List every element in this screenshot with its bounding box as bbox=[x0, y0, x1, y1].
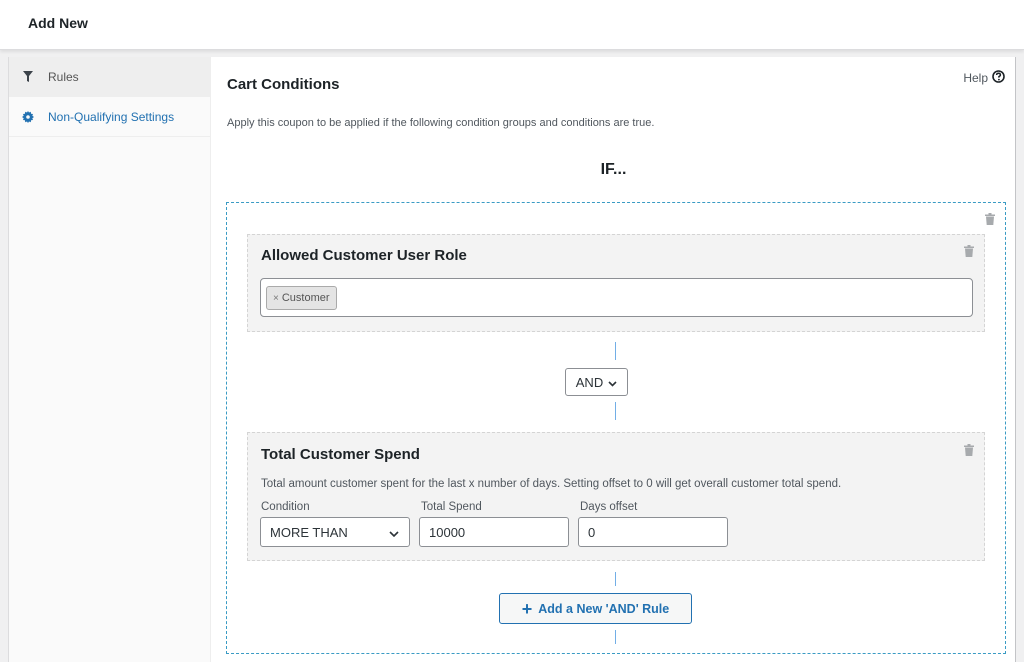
connector-line bbox=[615, 342, 616, 360]
delete-condition-trash-icon[interactable] bbox=[964, 443, 974, 456]
condition-select[interactable]: MORE THAN bbox=[260, 517, 410, 547]
chevron-down-icon bbox=[389, 525, 399, 540]
condition-title: Allowed Customer User Role bbox=[261, 247, 467, 264]
section-title: Cart Conditions bbox=[227, 76, 340, 93]
condition-description: Total amount customer spent for the last… bbox=[261, 478, 842, 490]
logic-operator-value: AND bbox=[575, 374, 604, 390]
total-spend-label: Total Spend bbox=[421, 501, 482, 513]
role-chip-customer: × Customer bbox=[266, 286, 337, 310]
sidebar-item-label: Rules bbox=[48, 69, 79, 84]
help-icon bbox=[992, 70, 1005, 86]
connector-line bbox=[615, 572, 616, 586]
help-label: Help bbox=[963, 71, 988, 85]
days-offset-input[interactable]: 0 bbox=[578, 517, 728, 547]
condition-total-customer-spend: Total Customer Spend Total amount custom… bbox=[247, 432, 985, 561]
role-chip-label: Customer bbox=[281, 292, 330, 304]
condition-label: Condition bbox=[261, 501, 310, 513]
page-title: Add New bbox=[28, 15, 88, 31]
total-spend-input[interactable]: 10000 bbox=[419, 517, 569, 547]
cart-conditions-section: Cart Conditions Help Apply this coupon t… bbox=[212, 57, 1015, 662]
chevron-down-icon bbox=[608, 375, 617, 390]
sidebar-item-non-qualifying-settings[interactable]: Non-Qualifying Settings bbox=[9, 97, 210, 137]
connector-line bbox=[615, 630, 616, 644]
condition-allowed-user-role: Allowed Customer User Role × Customer bbox=[247, 234, 985, 332]
help-link[interactable]: Help bbox=[963, 70, 1005, 86]
coupon-conditions-panel: Rules Non-Qualifying Settings Cart Condi… bbox=[8, 57, 1016, 662]
user-roles-multiselect[interactable]: × Customer bbox=[260, 278, 973, 317]
delete-group-trash-icon[interactable] bbox=[985, 212, 995, 225]
total-spend-value: 10000 bbox=[429, 524, 466, 540]
days-offset-value: 0 bbox=[588, 524, 596, 540]
gear-icon bbox=[21, 110, 35, 124]
add-rule-label: Add a New 'AND' Rule bbox=[538, 601, 670, 616]
section-description: Apply this coupon to be applied if the f… bbox=[227, 117, 655, 129]
condition-title: Total Customer Spend bbox=[261, 446, 420, 463]
delete-condition-trash-icon[interactable] bbox=[964, 244, 974, 257]
logic-operator-select[interactable]: AND bbox=[565, 368, 628, 396]
remove-role-icon[interactable]: × bbox=[273, 293, 279, 304]
sidebar-item-rules[interactable]: Rules bbox=[9, 57, 210, 97]
plus-icon: + bbox=[521, 598, 533, 619]
days-offset-label: Days offset bbox=[580, 501, 638, 513]
connector-line bbox=[615, 402, 616, 420]
condition-select-value: MORE THAN bbox=[270, 524, 348, 540]
filter-icon bbox=[21, 70, 35, 84]
top-bar: Add New bbox=[0, 0, 1024, 50]
condition-group: Allowed Customer User Role × Customer AN… bbox=[226, 202, 1006, 654]
if-label: IF... bbox=[600, 161, 627, 178]
sidebar-item-label: Non-Qualifying Settings bbox=[48, 109, 175, 124]
add-and-rule-button[interactable]: + Add a New 'AND' Rule bbox=[499, 593, 692, 624]
sidebar: Rules Non-Qualifying Settings bbox=[9, 57, 211, 662]
